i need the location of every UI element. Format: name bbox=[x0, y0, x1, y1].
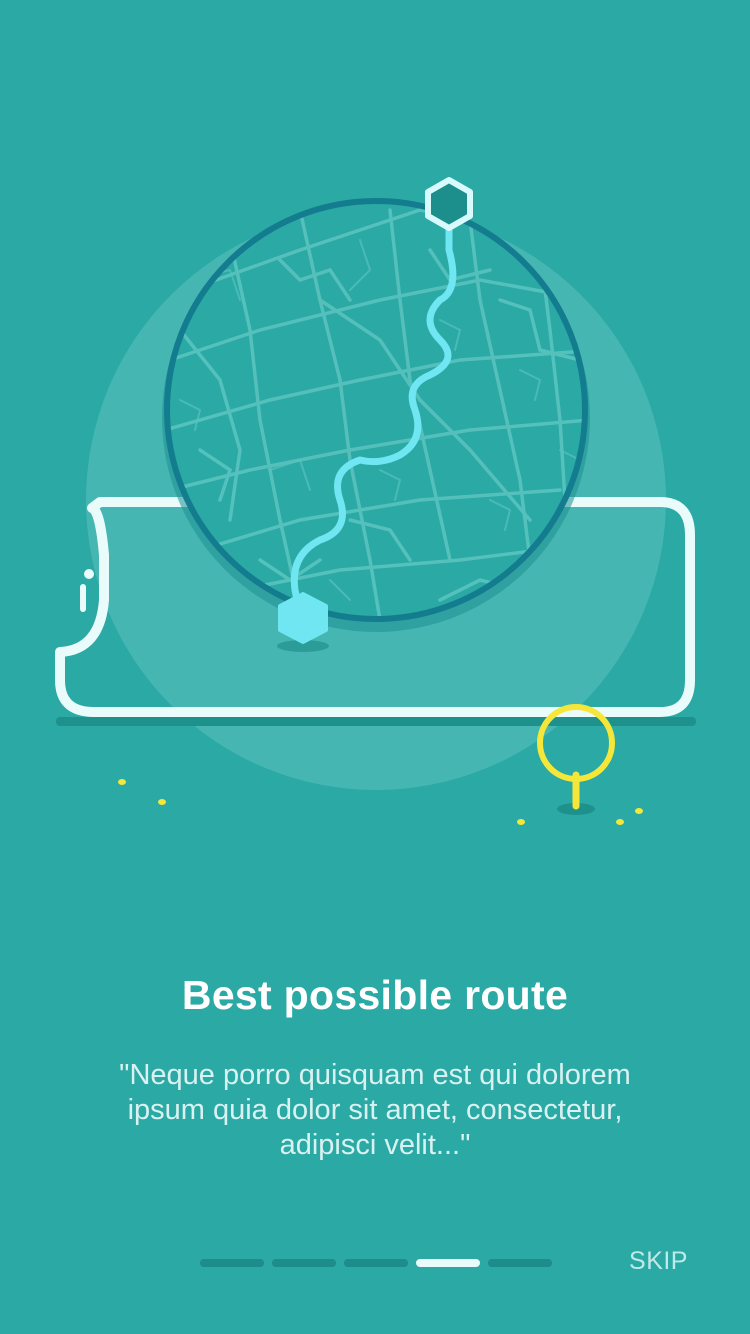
route-end-hexagon-icon bbox=[277, 592, 329, 652]
page-indicator bbox=[200, 1259, 552, 1269]
onboarding-illustration bbox=[55, 177, 696, 825]
onboarding-title: Best possible route bbox=[181, 972, 569, 1018]
skip-button[interactable]: SKIP bbox=[629, 1247, 688, 1276]
page-indicator-dot[interactable] bbox=[272, 1259, 336, 1267]
page-indicator-dot-active[interactable] bbox=[416, 1259, 480, 1267]
onboarding-description: "Neque porro quisquam est qui dolorem ip… bbox=[119, 1059, 631, 1161]
page-indicator-dot[interactable] bbox=[344, 1259, 408, 1267]
page-indicator-dot[interactable] bbox=[488, 1259, 552, 1267]
page-indicator-dot[interactable] bbox=[200, 1259, 264, 1267]
route-start-hexagon-icon bbox=[425, 177, 473, 231]
